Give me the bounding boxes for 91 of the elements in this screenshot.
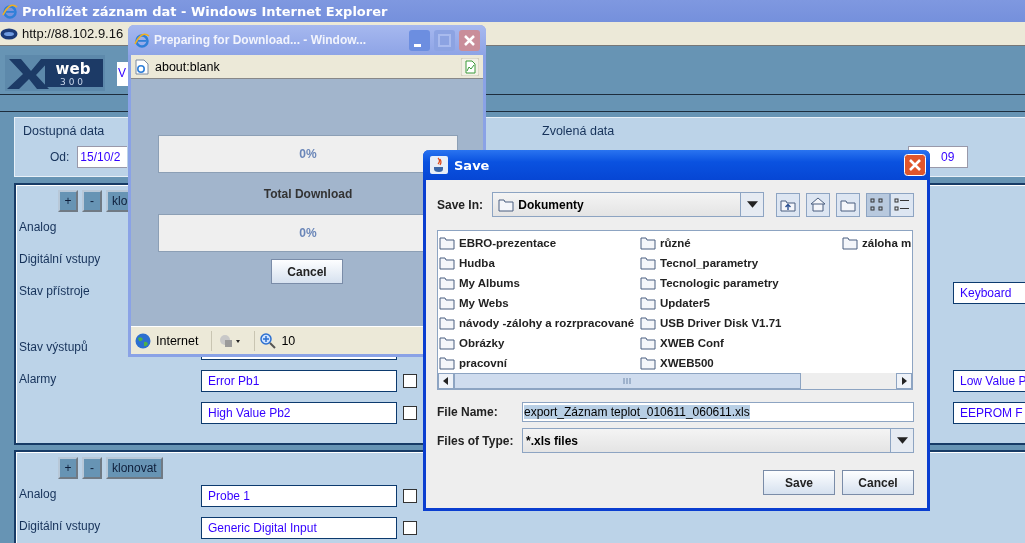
address-text[interactable]: about:blank xyxy=(155,59,220,74)
folder-icon xyxy=(640,316,656,330)
cancel-button[interactable]: Cancel xyxy=(271,259,343,284)
home-icon[interactable] xyxy=(806,192,830,217)
folder-item[interactable]: My Webs xyxy=(439,293,640,313)
field-label: Save In: xyxy=(437,197,485,212)
zoom-level[interactable]: 10 xyxy=(281,333,296,348)
folder-item[interactable]: Tecnologic parametry xyxy=(640,273,842,293)
row-label: Digitální vstupy xyxy=(19,519,101,533)
browser-icon xyxy=(2,3,18,19)
folder-icon xyxy=(640,336,656,350)
folder-item[interactable]: My Albums xyxy=(439,273,640,293)
file-name-field[interactable]: export_Záznam teplot_010611_060611.xls xyxy=(522,402,914,422)
details-view-icon[interactable] xyxy=(890,192,914,217)
folder-icon xyxy=(640,256,656,270)
panel-title: Zvolená data xyxy=(542,124,616,140)
site-icon xyxy=(0,27,18,40)
caret-icon[interactable] xyxy=(896,437,908,444)
channel-field[interactable]: Probe 1 xyxy=(201,485,397,507)
progress-caption: Total Download xyxy=(262,187,354,201)
horizontal-scrollbar[interactable] xyxy=(438,373,912,389)
list-view-icon[interactable] xyxy=(866,192,890,217)
channel-field[interactable]: Low Value P xyxy=(953,370,1025,392)
checkbox[interactable] xyxy=(403,521,417,535)
window-title: Prohlížet záznam dat - Windows Internet Explorer xyxy=(22,3,388,19)
row-label: Stav výstupů xyxy=(19,340,88,354)
page-button[interactable]: + xyxy=(58,457,78,479)
file-type-dropdown[interactable]: *.xls files xyxy=(522,428,914,453)
row-label: Analog xyxy=(19,487,57,501)
page-chart-icon[interactable] xyxy=(461,57,479,76)
folder-item[interactable]: pracovní xyxy=(439,353,640,373)
folder-item[interactable]: Obrázky xyxy=(439,333,640,353)
up-folder-icon[interactable] xyxy=(776,192,800,217)
folder-item[interactable]: XWEB500 xyxy=(640,353,842,373)
row-label: Stav přístroje xyxy=(19,284,90,298)
dialog-title: Save xyxy=(454,157,491,173)
folder-item[interactable]: záloha m xyxy=(842,233,912,253)
folder-item[interactable]: Updater5 xyxy=(640,293,842,313)
folder-icon xyxy=(640,356,656,370)
field-label: File Name: xyxy=(437,405,499,419)
date-field[interactable]: 15/10/2 xyxy=(77,146,128,168)
folder-icon xyxy=(640,276,656,290)
caret-icon[interactable] xyxy=(746,201,758,208)
close-icon[interactable] xyxy=(459,29,480,51)
folder-icon xyxy=(842,236,858,250)
channel-field[interactable]: Generic Digital Input xyxy=(201,517,397,539)
progress-reading: 0% xyxy=(299,226,317,240)
folder-icon xyxy=(640,296,656,310)
page-button[interactable]: - xyxy=(82,190,102,212)
checkbox[interactable] xyxy=(403,489,417,503)
folder-item[interactable]: EBRO-prezentace xyxy=(439,233,640,253)
folder-item[interactable]: Hudba xyxy=(439,253,640,273)
page-button[interactable]: + xyxy=(58,190,78,212)
folder-item[interactable]: XWEB Conf xyxy=(640,333,842,353)
folder-item[interactable]: návody -zálohy a rozrpracované xyxy=(439,313,640,333)
folder-icon xyxy=(640,236,656,250)
page-button[interactable]: klonovat xyxy=(106,457,163,479)
folder-icon xyxy=(498,197,515,212)
window-title: Preparing for Download... - Window... xyxy=(154,33,368,47)
minimize-icon[interactable] xyxy=(409,29,430,51)
save-button[interactable]: Save xyxy=(763,470,835,495)
channel-field[interactable]: Error Pb1 xyxy=(201,370,397,392)
channel-field[interactable]: Keyboard xyxy=(953,282,1025,304)
row-label: Analog xyxy=(19,220,57,234)
page-button[interactable]: - xyxy=(82,457,102,479)
row-label: Digitální vstupy xyxy=(19,252,101,266)
panel-title: Dostupná data xyxy=(23,124,106,140)
checkbox[interactable] xyxy=(403,374,417,388)
channel-field[interactable]: EEPROM F xyxy=(953,402,1025,424)
address-text[interactable]: http://88.102.9.16 xyxy=(22,26,124,41)
page-icon xyxy=(135,58,149,75)
field-label: Files of Type: xyxy=(437,433,515,448)
globe-icon xyxy=(135,332,151,349)
checkbox[interactable] xyxy=(403,406,417,420)
cup-icon xyxy=(430,156,448,174)
close-icon[interactable] xyxy=(904,154,926,176)
folder-item[interactable]: Tecnol_parametry xyxy=(640,253,842,273)
zoom-icon[interactable] xyxy=(260,332,277,349)
new-folder-icon[interactable] xyxy=(836,192,860,217)
channel-field[interactable]: High Value Pb2 xyxy=(201,402,397,424)
field-label: Od: xyxy=(50,150,70,164)
select-field[interactable]: V xyxy=(117,62,128,86)
folder-item[interactable]: USB Driver Disk V1.71 xyxy=(640,313,842,333)
folder-item[interactable]: různé xyxy=(640,233,842,253)
logo: web 300 xyxy=(5,55,105,91)
zone-label: Internet xyxy=(156,333,199,348)
cancel-button[interactable]: Cancel xyxy=(842,470,914,495)
folder-dropdown[interactable]: Dokumenty xyxy=(492,192,764,217)
progress-reading: 0% xyxy=(299,147,317,161)
browser-icon xyxy=(134,32,150,48)
row-label: Alarmy xyxy=(19,372,57,386)
